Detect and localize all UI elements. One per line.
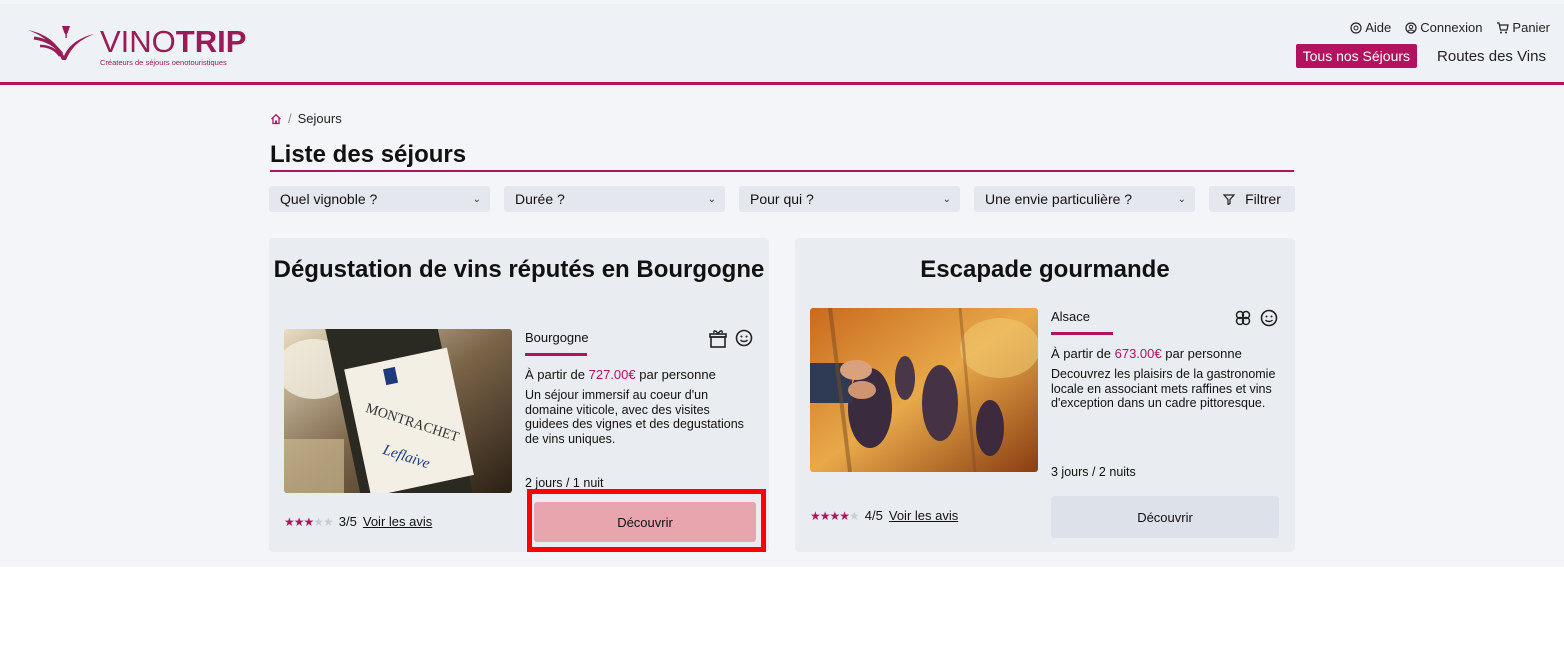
page-title: Liste des séjours <box>270 141 467 168</box>
wine-bottle-image: MONTRACHET Leflaive <box>284 329 512 493</box>
flower-icon <box>1235 310 1251 326</box>
rating-stars: ★★★★★ <box>810 508 860 523</box>
card-duration: 2 jours / 1 nuit <box>525 476 604 490</box>
wish-select-label: Une envie particulière ? <box>985 191 1133 207</box>
title-underline <box>270 170 1294 172</box>
see-reviews-link[interactable]: Voir les avis <box>363 514 432 529</box>
logo-wordmark: VINOTRIP <box>100 24 246 60</box>
for-whom-select-label: Pour qui ? <box>750 191 814 207</box>
price-suffix: par personne <box>639 367 716 382</box>
see-reviews-link[interactable]: Voir les avis <box>889 508 958 523</box>
price-prefix: À partir de <box>525 367 585 382</box>
logo-tagline: Créateurs de séjours oenotouristiques <box>100 58 227 67</box>
for-whom-select[interactable]: Pour qui ? ⌄ <box>739 186 960 212</box>
page-background <box>0 0 1564 567</box>
price-amount: 673.00€ <box>1114 346 1162 361</box>
chevron-down-icon: ⌄ <box>472 193 481 205</box>
grape-harvest-image <box>810 308 1038 472</box>
login-link-label: Connexion <box>1420 20 1483 35</box>
cart-link[interactable]: Panier <box>1496 20 1550 35</box>
card-duration: 3 jours / 2 nuits <box>1051 465 1136 479</box>
wish-select[interactable]: Une envie particulière ? ⌄ <box>974 186 1195 212</box>
card-region: Bourgogne <box>525 330 589 345</box>
discover-button[interactable]: Découvrir <box>1051 496 1279 538</box>
filter-icon <box>1223 193 1236 205</box>
card-icons <box>1234 309 1278 327</box>
breadcrumb: / Sejours <box>270 111 342 126</box>
logo-mark-icon <box>28 26 94 60</box>
card-rating: ★★★★★ 4/5 Voir les avis <box>810 508 958 523</box>
home-icon[interactable] <box>270 113 282 125</box>
top-links: Aide Connexion Panier <box>1350 20 1550 35</box>
smile-icon <box>735 329 753 347</box>
cart-icon <box>1497 21 1510 33</box>
vineyard-select-label: Quel vignoble ? <box>280 191 378 207</box>
help-link-label: Aide <box>1365 20 1392 35</box>
filter-button-label: Filtrer <box>1245 191 1281 207</box>
region-underline <box>1051 332 1113 335</box>
card-description: Un séjour immersif au coeur d'un domaine… <box>525 388 744 446</box>
smile-icon <box>1260 309 1278 327</box>
duration-select-label: Durée ? <box>515 191 565 207</box>
login-link[interactable]: Connexion <box>1405 20 1482 35</box>
duration-select[interactable]: Durée ? ⌄ <box>504 186 725 212</box>
nav-all-stays[interactable]: Tous nos Séjours <box>1295 44 1418 68</box>
vineyard-select[interactable]: Quel vignoble ? ⌄ <box>269 186 490 212</box>
vinotrip-logo[interactable]: VINOTRIP Créateurs de séjours oenotouris… <box>26 22 266 70</box>
card-image-wine-bottle[interactable]: MONTRACHET Leflaive <box>284 329 512 493</box>
card-price: À partir de 673.00€ par personne <box>1051 346 1242 361</box>
logo-text-trip: TRIP <box>175 24 247 59</box>
card-title: Escapade gourmande <box>920 256 1170 283</box>
main-nav: Tous nos Séjours Routes des Vins <box>1295 44 1546 68</box>
card-description: Decouvrez les plaisirs de la gastronomie… <box>1051 367 1276 410</box>
card-price: À partir de 727.00€ par personne <box>525 367 716 382</box>
stay-card-alsace: Escapade gourmande Alsace À partir de 67… <box>795 238 1295 552</box>
filter-button[interactable]: Filtrer <box>1209 186 1295 212</box>
nav-wine-routes[interactable]: Routes des Vins <box>1437 48 1546 65</box>
price-amount: 727.00€ <box>588 367 636 382</box>
filters-bar: Quel vignoble ? ⌄ Durée ? ⌄ Pour qui ? ⌄ Un… <box>269 186 1295 212</box>
card-icons <box>709 329 753 348</box>
rating-text: 4/5 <box>864 508 883 523</box>
breadcrumb-separator: / <box>288 111 292 126</box>
rating-text: 3/5 <box>338 514 357 529</box>
card-title: Dégustation de vins réputés en Bourgogne <box>273 256 765 283</box>
gift-icon <box>709 330 727 348</box>
card-rating: ★★★★★ 3/5 Voir les avis <box>284 514 432 529</box>
user-icon <box>1405 21 1417 34</box>
cart-link-label: Panier <box>1512 20 1550 35</box>
chevron-down-icon: ⌄ <box>942 193 951 205</box>
region-underline <box>525 353 587 356</box>
chevron-down-icon: ⌄ <box>707 193 716 205</box>
chevron-down-icon: ⌄ <box>1177 193 1186 205</box>
help-icon <box>1350 21 1362 34</box>
breadcrumb-current: Sejours <box>297 111 342 126</box>
price-prefix: À partir de <box>1051 346 1111 361</box>
help-link[interactable]: Aide <box>1350 20 1391 35</box>
card-region: Alsace <box>1051 309 1091 324</box>
card-image-grape-harvest[interactable] <box>810 308 1038 472</box>
price-suffix: par personne <box>1165 346 1242 361</box>
rating-stars: ★★★★★ <box>284 514 334 529</box>
logo-text-vino: VINO <box>100 24 176 59</box>
site-header: VINOTRIP Créateurs de séjours oenotouris… <box>0 4 1564 85</box>
highlight-box <box>527 489 766 552</box>
